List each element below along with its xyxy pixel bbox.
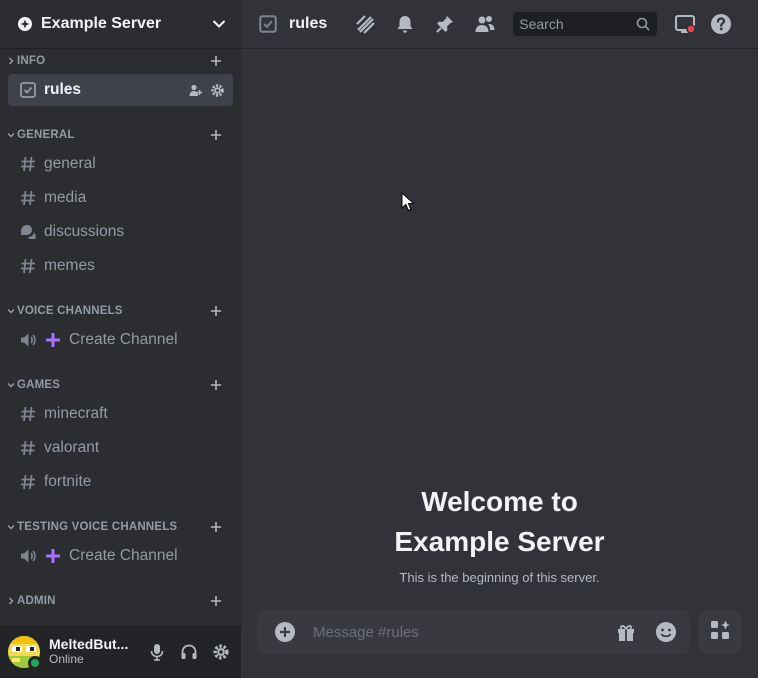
channel-list: INFO rules GENERAL general media discuss… [0,49,241,625]
category-label: TESTING VOICE CHANNELS [17,521,178,533]
forum-icon [18,222,38,242]
add-channel-icon[interactable] [206,125,226,145]
category-info[interactable]: INFO [0,51,241,71]
welcome-section: Welcome to Example Server This is the be… [241,482,758,585]
create-invite-icon[interactable] [187,82,203,98]
chevron-right-icon [6,56,16,66]
rules-icon [257,13,279,35]
channel-general[interactable]: general [8,148,233,180]
server-name: Example Server [41,15,162,32]
welcome-title-line1: Welcome to [421,486,578,517]
plus-icon [44,547,62,565]
channel-rules[interactable]: rules [8,74,233,106]
add-channel-icon[interactable] [206,51,226,71]
server-header[interactable]: Example Server [0,0,241,49]
category-voice-channels[interactable]: VOICE CHANNELS [0,301,241,321]
member-list-icon[interactable] [473,12,497,36]
channel-memes[interactable]: memes [8,250,233,282]
category-games[interactable]: GAMES [0,375,241,395]
headphones-icon[interactable] [173,636,205,668]
channel-label: minecraft [44,405,108,422]
channel-title: rules [289,15,328,32]
help-icon[interactable] [709,12,733,36]
hash-icon [18,404,38,424]
main-chat: rules Search Welcome to Example Server T… [241,0,758,678]
chevron-down-icon [6,130,16,140]
hash-icon [18,154,38,174]
category-admin[interactable]: ADMIN [0,591,241,611]
channel-label: valorant [44,439,100,456]
channel-label: media [44,189,87,206]
gear-icon[interactable] [209,82,225,98]
category-testing-voice-channels[interactable]: TESTING VOICE CHANNELS [0,517,241,537]
server-guide-icon [16,15,34,33]
channel-label: general [44,155,96,172]
plus-icon [44,331,62,349]
channel-label: Create Channel [69,331,178,348]
channel-discussions[interactable]: discussions [8,216,233,248]
channel-label: memes [44,257,95,274]
threads-icon[interactable] [353,12,377,36]
chevron-right-icon [6,596,16,606]
add-attachment-icon[interactable] [273,620,297,644]
channel-valorant[interactable]: valorant [8,432,233,464]
speaker-icon [18,546,38,566]
channel-testing-create[interactable]: Create Channel [8,540,233,572]
apps-icon [709,619,731,646]
category-label: GAMES [17,379,61,391]
search-input[interactable]: Search [513,12,658,36]
category-label: VOICE CHANNELS [17,305,123,317]
rules-icon [18,80,38,100]
welcome-subtitle: This is the beginning of this server. [399,570,600,585]
emoji-icon[interactable] [654,620,678,644]
message-input[interactable]: Message #rules [313,624,598,641]
channel-fortnite[interactable]: fortnite [8,466,233,498]
hash-icon [18,438,38,458]
channel-label: discussions [44,223,125,240]
channel-minecraft[interactable]: minecraft [8,398,233,430]
bell-icon[interactable] [393,12,417,36]
category-label: INFO [17,55,46,67]
hash-icon [18,188,38,208]
online-status-dot [28,655,42,670]
channel-sidebar: Example Server INFO rules GENERAL genera… [0,0,241,678]
add-channel-icon[interactable] [206,591,226,611]
category-general[interactable]: GENERAL [0,125,241,145]
user-panel: MeltedBut... Online [0,625,241,678]
channel-voice-create[interactable]: Create Channel [8,324,233,356]
microphone-icon[interactable] [141,636,173,668]
hash-icon [18,472,38,492]
search-icon [635,16,651,32]
search-placeholder: Search [519,16,564,32]
gift-icon[interactable] [614,620,638,644]
gear-icon[interactable] [205,636,237,668]
channel-media[interactable]: media [8,182,233,214]
user-status: Online [49,652,84,666]
chevron-down-icon[interactable] [209,14,229,34]
avatar[interactable] [8,635,42,670]
inbox-icon[interactable] [673,12,697,36]
pin-icon[interactable] [433,12,457,36]
category-label: GENERAL [17,129,75,141]
chevron-down-icon [6,380,16,390]
channel-label: rules [44,81,82,98]
channel-label: Create Channel [69,547,178,564]
apps-button[interactable] [698,610,742,654]
mouse-cursor-icon [401,192,415,212]
chevron-down-icon [6,306,16,316]
chevron-down-icon [6,522,16,532]
speaker-icon [18,330,38,350]
add-channel-icon[interactable] [206,301,226,321]
username: MeltedBut... [49,636,129,652]
channel-topbar: rules Search [241,0,758,49]
add-channel-icon[interactable] [206,375,226,395]
message-composer[interactable]: Message #rules [257,610,690,654]
channel-label: fortnite [44,473,92,490]
category-label: ADMIN [17,595,56,607]
welcome-title-line2: Example Server [394,526,605,557]
hash-icon [18,256,38,276]
add-channel-icon[interactable] [206,517,226,537]
